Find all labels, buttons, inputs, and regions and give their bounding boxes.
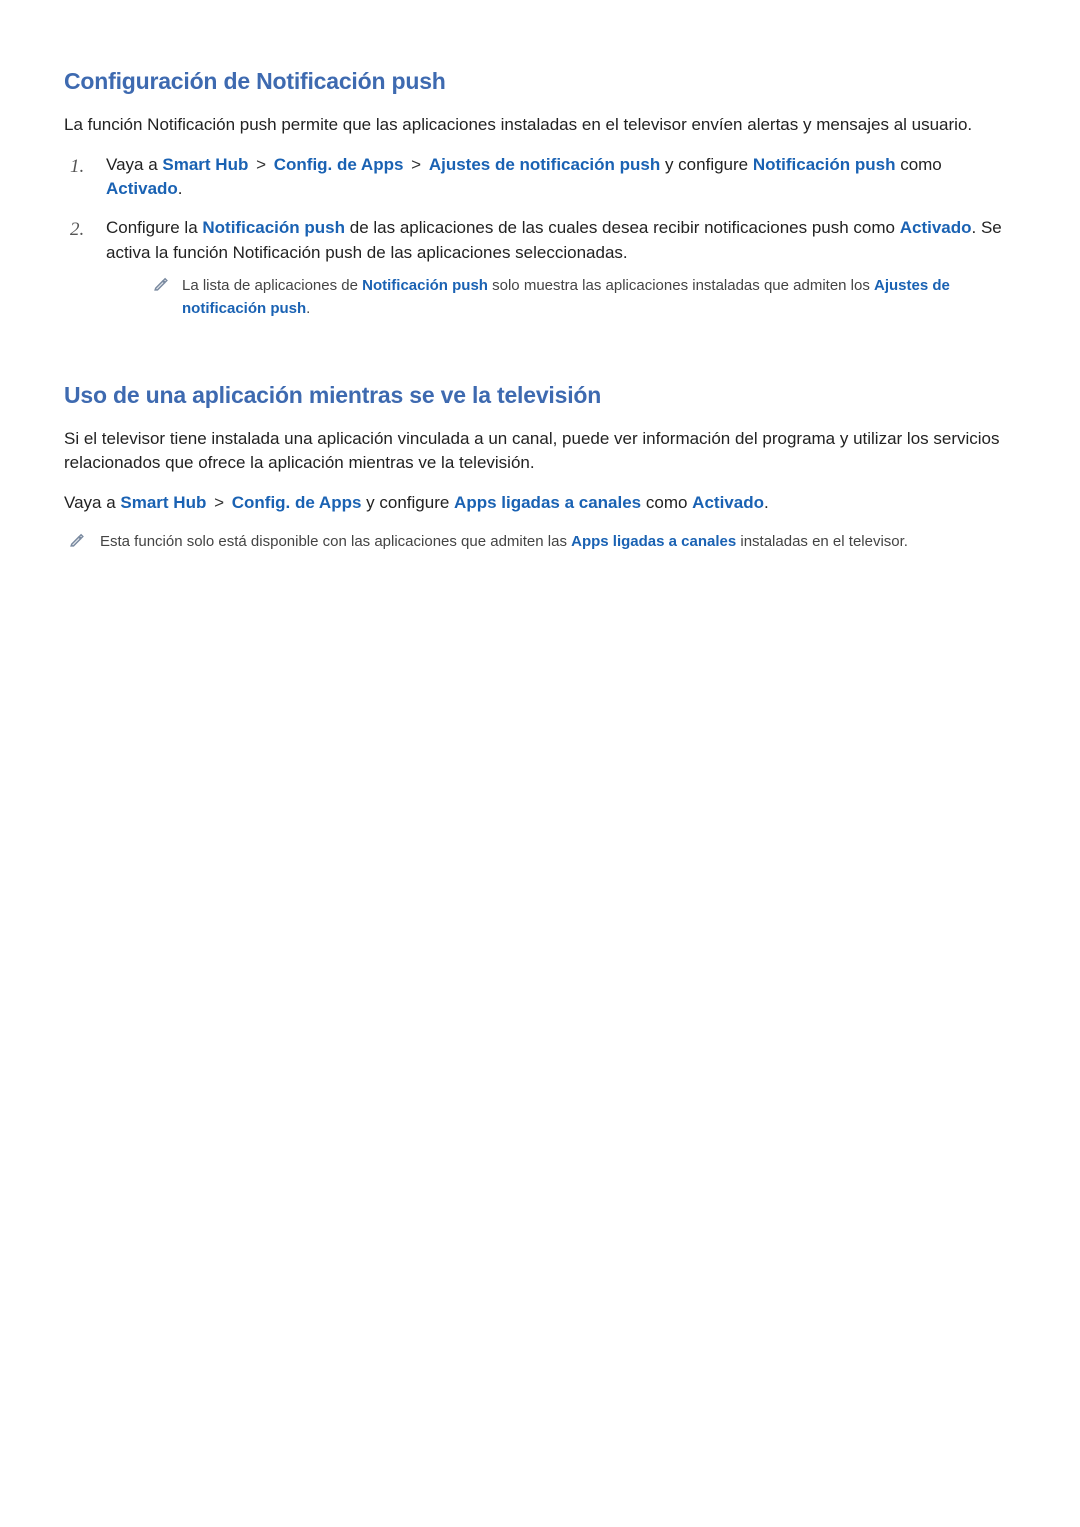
step-item: 2. Configure la Notificación push de las… bbox=[64, 216, 1018, 320]
pencil-note-icon bbox=[70, 533, 84, 547]
separator: > bbox=[248, 155, 273, 174]
separator: > bbox=[403, 155, 428, 174]
link-channel-apps: Apps ligadas a canales bbox=[454, 493, 641, 512]
step-text: Vaya a bbox=[106, 155, 162, 174]
steps-list: 1. Vaya a Smart Hub > Config. de Apps > … bbox=[64, 153, 1018, 321]
intro-paragraph: La función Notificación push permite que… bbox=[64, 113, 1018, 137]
section-heading-push-notification: Configuración de Notificación push bbox=[64, 68, 1018, 95]
step-text: de las aplicaciones de las cuales desea … bbox=[345, 218, 900, 237]
step-text: . bbox=[178, 179, 183, 198]
link-config-apps: Config. de Apps bbox=[232, 493, 362, 512]
intro-paragraph: Si el televisor tiene instalada una apli… bbox=[64, 427, 1018, 475]
step-item: 1. Vaya a Smart Hub > Config. de Apps > … bbox=[64, 153, 1018, 202]
link-smart-hub: Smart Hub bbox=[120, 493, 206, 512]
path-text: y configure bbox=[361, 493, 454, 512]
note-row: La lista de aplicaciones de Notificación… bbox=[106, 275, 1018, 320]
note-text: solo muestra las aplicaciones instaladas… bbox=[488, 277, 874, 294]
link-channel-apps: Apps ligadas a canales bbox=[571, 533, 736, 550]
document-page: Configuración de Notificación push La fu… bbox=[0, 0, 1080, 615]
pencil-note-icon bbox=[154, 277, 168, 291]
link-push-notification: Notificación push bbox=[362, 277, 488, 294]
note-text: instaladas en el televisor. bbox=[736, 533, 908, 550]
link-push-notification: Notificación push bbox=[202, 218, 345, 237]
link-activated: Activado bbox=[106, 179, 178, 198]
section-heading-app-while-tv: Uso de una aplicación mientras se ve la … bbox=[64, 382, 1018, 409]
link-activated: Activado bbox=[900, 218, 972, 237]
path-text: Vaya a bbox=[64, 493, 120, 512]
note-row: Esta función solo está disponible con la… bbox=[64, 531, 1018, 554]
link-config-apps: Config. de Apps bbox=[274, 155, 404, 174]
section-gap bbox=[64, 334, 1018, 382]
path-text: . bbox=[764, 493, 769, 512]
separator: > bbox=[206, 493, 231, 512]
path-text: como bbox=[641, 493, 692, 512]
step-number: 2. bbox=[70, 216, 84, 244]
link-smart-hub: Smart Hub bbox=[162, 155, 248, 174]
path-paragraph: Vaya a Smart Hub > Config. de Apps y con… bbox=[64, 491, 1018, 515]
note-text: Esta función solo está disponible con la… bbox=[100, 533, 571, 550]
step-number: 1. bbox=[70, 153, 84, 181]
step-text: Configure la bbox=[106, 218, 202, 237]
link-activated: Activado bbox=[692, 493, 764, 512]
link-push-notification: Notificación push bbox=[753, 155, 896, 174]
step-text: como bbox=[895, 155, 941, 174]
note-text: . bbox=[306, 300, 310, 317]
step-text: y configure bbox=[660, 155, 753, 174]
note-text: La lista de aplicaciones de bbox=[182, 277, 362, 294]
link-push-settings: Ajustes de notificación push bbox=[429, 155, 660, 174]
